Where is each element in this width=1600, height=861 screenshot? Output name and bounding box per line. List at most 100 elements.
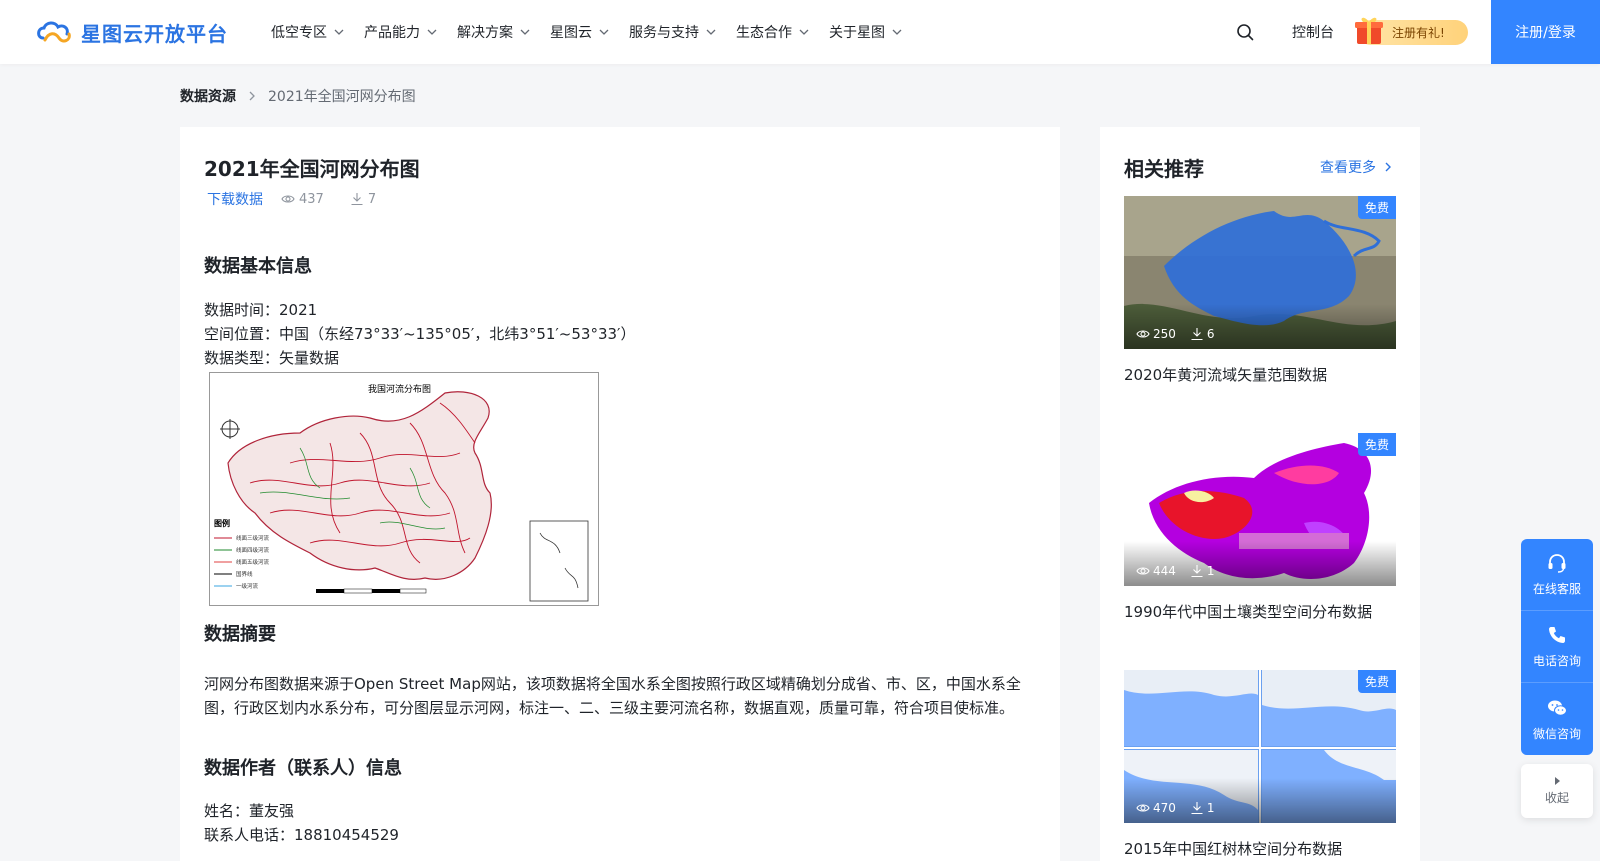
map-legend-item: 线面四级河流 xyxy=(236,546,270,554)
recommendation-name[interactable]: 1990年代中国土壤类型空间分布数据 xyxy=(1124,601,1396,622)
chevron-down-icon xyxy=(427,29,437,35)
chevron-down-icon xyxy=(599,29,609,35)
collapse-button[interactable]: 收起 xyxy=(1521,764,1593,818)
collapse-label: 收起 xyxy=(1544,790,1569,805)
wechat-consult-label: 微信咨询 xyxy=(1532,726,1581,741)
abstract-heading: 数据摘要 xyxy=(204,624,276,645)
top-header: 星图云开放平台 低空专区 产品能力 解决方案 星图云 服务与支持 生态合作 关于… xyxy=(0,0,1600,64)
nav-label: 生态合作 xyxy=(736,25,792,41)
download-icon xyxy=(351,193,363,206)
breadcrumb: 数据资源 2021年全国河网分布图 xyxy=(180,86,416,106)
breadcrumb-root[interactable]: 数据资源 xyxy=(180,86,236,106)
download-count: 1 xyxy=(1190,801,1215,815)
download-icon xyxy=(1191,328,1203,341)
view-count: 437 xyxy=(281,192,324,207)
chevron-down-icon xyxy=(892,29,902,35)
search-icon[interactable] xyxy=(1235,22,1255,42)
nav-label: 关于星图 xyxy=(829,25,885,41)
download-count: 7 xyxy=(350,192,376,207)
view-count-value: 470 xyxy=(1153,801,1176,815)
wechat-consult-button[interactable]: 微信咨询 xyxy=(1521,683,1593,755)
chevron-down-icon xyxy=(520,29,530,35)
console-link[interactable]: 控制台 xyxy=(1292,22,1334,42)
recommendation-stats: 250 6 xyxy=(1136,327,1229,341)
download-count-value: 1 xyxy=(1206,564,1215,578)
recommendation-name[interactable]: 2015年中国红树林空间分布数据 xyxy=(1124,838,1396,859)
nav-about[interactable]: 关于星图 xyxy=(829,22,903,42)
gift-label: 注册有礼! xyxy=(1392,26,1445,40)
view-count-value: 250 xyxy=(1153,327,1176,341)
author-heading: 数据作者（联系人）信息 xyxy=(204,758,402,779)
download-icon xyxy=(1191,565,1203,578)
view-more-link[interactable]: 查看更多 xyxy=(1320,157,1394,177)
nav-support[interactable]: 服务与支持 xyxy=(629,22,717,42)
dataset-detail: 2021年全国河网分布图 下载数据 437 7 数据基本信息 数据时间：2021… xyxy=(180,127,1060,861)
logo-text: 星图云开放平台 xyxy=(81,21,228,46)
river-map-image: 我国河流分布图 图例 线面三级河流 线面四级河流 线面五级河流 国界线 一级河流 xyxy=(209,372,599,606)
login-button[interactable]: 注册/登录 xyxy=(1491,0,1600,64)
download-data-link[interactable]: 下载数据 xyxy=(207,189,263,209)
phone-icon xyxy=(1549,627,1565,643)
nav-star-cloud[interactable]: 星图云 xyxy=(550,22,610,42)
chevron-down-icon xyxy=(799,29,809,35)
nav-label: 星图云 xyxy=(550,25,592,41)
nav-ecosystem[interactable]: 生态合作 xyxy=(736,22,810,42)
register-gift-button[interactable]: 注册有礼! xyxy=(1355,17,1468,45)
logo-icon xyxy=(37,21,71,43)
contact-float-panel: 在线客服 电话咨询 微信咨询 xyxy=(1521,539,1593,755)
map-legend-item: 线面五级河流 xyxy=(236,558,270,566)
wechat-icon xyxy=(1548,700,1567,716)
chevron-right-icon xyxy=(249,91,255,101)
eye-icon xyxy=(281,195,295,203)
chevron-down-icon xyxy=(334,29,344,35)
author-name: 姓名：董友强 xyxy=(204,802,295,820)
chevron-down-icon xyxy=(706,29,716,35)
river-map-graphic: 我国河流分布图 图例 线面三级河流 线面四级河流 线面五级河流 国界线 一级河流 xyxy=(214,383,589,602)
nav-label: 服务与支持 xyxy=(629,25,699,41)
nav-products[interactable]: 产品能力 xyxy=(364,22,438,42)
map-legend-title: 图例 xyxy=(214,518,230,528)
basic-info-heading: 数据基本信息 xyxy=(204,256,312,277)
dataset-meta: 下载数据 437 7 xyxy=(207,189,402,209)
phone-consult-button[interactable]: 电话咨询 xyxy=(1521,611,1593,683)
abstract-text: 河网分布图数据来源于Open Street Map网站，该项数据将全国水系全图按… xyxy=(204,675,1021,717)
map-legend-item: 线面三级河流 xyxy=(236,534,270,542)
map-legend-item: 一级河流 xyxy=(236,582,259,590)
recommendation-card[interactable]: 免费 444 1 1990年代中国土壤类型空间分布数据 xyxy=(1124,433,1396,622)
view-count: 470 xyxy=(1136,801,1176,815)
caret-right-icon xyxy=(1555,776,1560,785)
eye-icon xyxy=(1136,804,1150,812)
recommendation-stats: 470 1 xyxy=(1136,801,1229,815)
nav-low-altitude[interactable]: 低空专区 xyxy=(271,22,345,42)
main-nav: 低空专区 产品能力 解决方案 星图云 服务与支持 生态合作 关于星图 xyxy=(271,0,922,64)
chevron-right-icon xyxy=(1385,162,1391,172)
recommendation-thumbnail: 免费 470 1 xyxy=(1124,670,1396,823)
recommendation-thumbnail: 免费 444 1 xyxy=(1124,433,1396,586)
map-legend-item: 国界线 xyxy=(236,570,253,578)
free-badge: 免费 xyxy=(1357,670,1396,693)
info-location: 空间位置：中国（东经73°33′~135°05′，北纬3°51′~53°33′） xyxy=(204,325,636,343)
recommendation-name[interactable]: 2020年黄河流域矢量范围数据 xyxy=(1124,364,1396,385)
breadcrumb-current: 2021年全国河网分布图 xyxy=(268,89,416,105)
online-service-label: 在线客服 xyxy=(1532,582,1581,596)
recommendation-card[interactable]: 免费 470 1 2015年中国红树林空间分布数据 xyxy=(1124,670,1396,859)
recommendation-card[interactable]: 免费 250 6 2020年黄河流域矢量范围数据 xyxy=(1124,196,1396,385)
page-title: 2021年全国河网分布图 xyxy=(204,157,420,181)
view-count: 444 xyxy=(1136,564,1176,578)
related-sidebar: 相关推荐 查看更多 免费 250 6 2020年黄河流域矢量范围数据 免费 44… xyxy=(1100,127,1420,861)
recommendation-stats: 444 1 xyxy=(1136,564,1229,578)
gift-icon xyxy=(1355,17,1383,44)
logo[interactable]: 星图云开放平台 xyxy=(35,17,228,47)
nav-label: 解决方案 xyxy=(457,25,513,41)
view-more-label: 查看更多 xyxy=(1320,160,1376,176)
info-type: 数据类型：矢量数据 xyxy=(204,349,340,367)
download-count-value: 6 xyxy=(1206,327,1215,341)
eye-icon xyxy=(1136,567,1150,575)
view-count-value: 437 xyxy=(299,191,324,207)
download-count: 1 xyxy=(1190,564,1215,578)
download-count: 6 xyxy=(1190,327,1215,341)
download-count-value: 1 xyxy=(1206,801,1215,815)
online-service-button[interactable]: 在线客服 xyxy=(1521,539,1593,611)
nav-solutions[interactable]: 解决方案 xyxy=(457,22,531,42)
free-badge: 免费 xyxy=(1357,433,1396,456)
